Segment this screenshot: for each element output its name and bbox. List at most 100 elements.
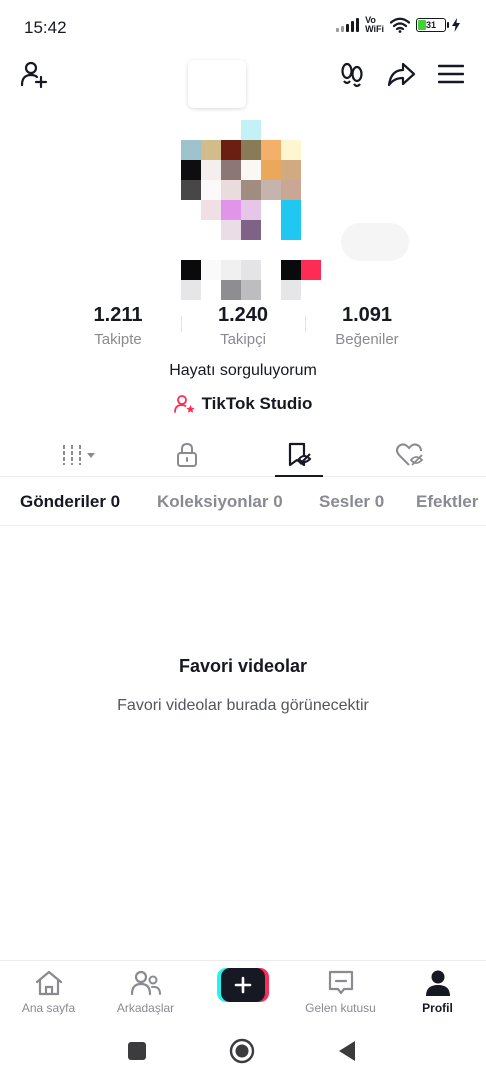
avatar-pixel — [281, 200, 301, 220]
avatar-pixel — [241, 220, 261, 240]
avatar-pixel — [181, 160, 201, 180]
battery-fill — [418, 20, 426, 30]
stat-following[interactable]: 1.211 Takipte — [53, 304, 183, 348]
avatar-pixel — [201, 160, 221, 180]
avatar-pixel — [201, 140, 221, 160]
charging-icon — [452, 18, 460, 32]
avatar-pixel — [281, 180, 301, 200]
avatar-pixel — [181, 180, 201, 200]
friends-icon — [130, 970, 161, 996]
active-tab-indicator — [275, 475, 323, 477]
avatar-pixel — [241, 180, 261, 200]
nav-home[interactable]: Ana sayfa — [0, 961, 97, 1023]
avatar-pixel — [221, 180, 241, 200]
profile-icon — [425, 970, 450, 996]
recents-icon — [128, 1042, 146, 1060]
avatar-pixel — [241, 260, 261, 280]
home-circle-icon — [229, 1038, 255, 1064]
sub-tab-sounds[interactable]: Sesler 0 — [319, 492, 384, 512]
stat-likes-label: Beğeniler — [335, 331, 399, 348]
avatar-mosaic — [178, 60, 418, 300]
status-icons: Vo WiFi 31 — [336, 16, 460, 34]
liked-icon — [396, 442, 424, 466]
stat-following-value: 1.211 — [93, 304, 143, 326]
avatar-pixel — [181, 260, 201, 280]
avatar-pixel — [221, 280, 241, 300]
nav-profile[interactable]: Profil — [389, 961, 486, 1023]
avatar-pixel — [281, 280, 301, 300]
home-icon — [35, 970, 62, 996]
favorites-sub-tabs: Gönderiler 0 Koleksiyonlar 0 Sesler 0 Ef… — [0, 478, 486, 526]
system-nav-bar — [0, 1022, 486, 1080]
back-triangle-icon — [339, 1041, 355, 1061]
volte-icon: Vo WiFi — [365, 15, 384, 34]
empty-state-title: Favori videolar — [178, 656, 308, 676]
avatar-pixel — [301, 260, 321, 280]
avatar-pixel — [241, 160, 261, 180]
add-friend-icon — [20, 61, 48, 89]
stat-likes[interactable]: 1.091 Beğeniler — [302, 304, 432, 348]
stat-followers[interactable]: 1.240 Takipçi — [178, 304, 308, 348]
profile-bio: Hayatı sorguluyorum — [169, 362, 317, 379]
avatar-pixel — [241, 200, 261, 220]
menu-button[interactable] — [433, 56, 469, 92]
avatar-pixel — [281, 160, 301, 180]
add-friend-button[interactable] — [16, 56, 52, 92]
avatar-pixel — [241, 120, 261, 140]
create-icon — [234, 976, 252, 994]
nav-profile-label: Profil — [422, 1001, 453, 1015]
recents-button[interactable] — [124, 1038, 150, 1064]
content-tabs — [0, 432, 486, 477]
avatar-pixel — [261, 140, 281, 160]
inbox-icon — [328, 970, 353, 995]
avatar-pixel — [241, 280, 261, 300]
nav-friends-label: Arkadaşlar — [116, 1001, 175, 1015]
avatar-pixel — [181, 280, 201, 300]
avatar-pixel — [241, 140, 261, 160]
status-bar: 15:42 Vo WiFi 31 — [0, 0, 486, 56]
sub-tab-posts[interactable]: Gönderiler 0 — [20, 492, 120, 512]
stat-followers-value: 1.240 — [217, 304, 269, 326]
nav-home-label: Ana sayfa — [21, 1001, 76, 1015]
tab-videos-sort[interactable] — [40, 432, 120, 477]
avatar-pixel — [201, 260, 221, 280]
stat-followers-label: Takipçi — [220, 331, 266, 348]
profile-stats: 1.211 Takipte 1.240 Takipçi 1.091 Beğeni… — [0, 304, 486, 354]
avatar-pixel — [181, 140, 201, 160]
avatar-pixel — [221, 140, 241, 160]
avatar[interactable] — [178, 60, 409, 300]
tab-liked[interactable] — [370, 432, 450, 477]
avatar-pixel — [281, 140, 301, 160]
empty-state-description: Favori videolar burada görünecektir — [117, 697, 369, 714]
avatar-pixel — [281, 220, 301, 240]
back-button[interactable] — [334, 1038, 360, 1064]
studio-label: TikTok Studio — [201, 394, 313, 413]
avatar-pixel — [221, 220, 241, 240]
menu-icon — [438, 64, 464, 84]
tab-private[interactable] — [147, 432, 227, 477]
nav-inbox[interactable]: Gelen kutusu — [292, 961, 389, 1023]
avatar-pixel — [261, 160, 281, 180]
avatar-overlay — [188, 60, 246, 108]
status-time: 15:42 — [24, 18, 67, 37]
grid-sort-icon — [63, 444, 95, 465]
studio-icon — [173, 395, 195, 413]
stat-following-label: Takipte — [94, 331, 142, 348]
avatar-pixel — [221, 260, 241, 280]
stat-likes-value: 1.091 — [341, 304, 393, 326]
signal-icon — [336, 18, 360, 32]
favorites-icon — [288, 442, 312, 466]
battery-text: 31 — [425, 20, 436, 30]
avatar-overlay — [341, 223, 409, 261]
avatar-pixel — [261, 180, 281, 200]
sub-tab-effects[interactable]: Efektler — [416, 492, 478, 512]
tiktok-studio-link[interactable]: TikTok Studio — [0, 394, 486, 414]
tab-favorites[interactable] — [259, 432, 339, 477]
nav-friends[interactable]: Arkadaşlar — [97, 961, 194, 1023]
avatar-pixel — [201, 180, 221, 200]
create-button[interactable] — [217, 968, 269, 1002]
lock-icon — [177, 442, 197, 467]
home-system-button[interactable] — [229, 1038, 255, 1064]
sub-tab-collections[interactable]: Koleksiyonlar 0 — [157, 492, 283, 512]
bottom-nav: Ana sayfa Arkadaşlar Gelen kutusu Profil — [0, 960, 486, 1022]
